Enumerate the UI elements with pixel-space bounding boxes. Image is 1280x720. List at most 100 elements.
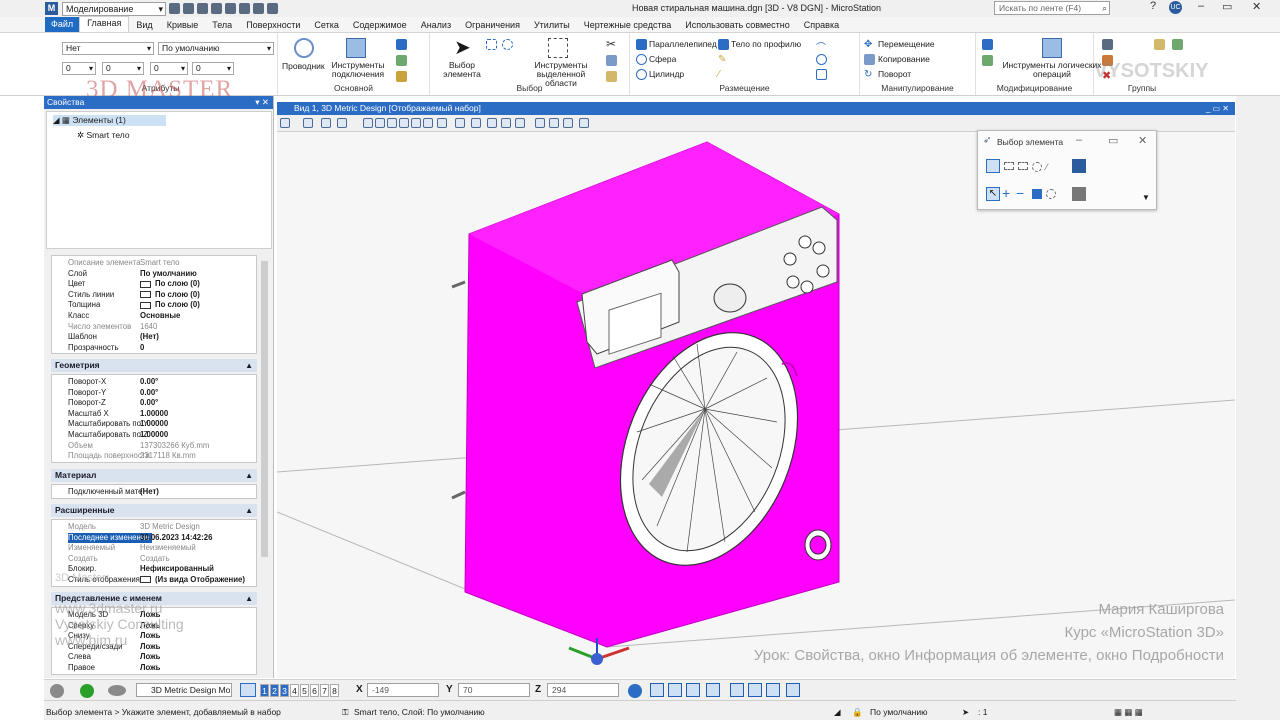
- user-avatar[interactable]: UC: [1169, 1, 1182, 14]
- manipulate-rotate[interactable]: Поворот: [878, 69, 911, 79]
- print-icon[interactable]: [211, 3, 222, 14]
- button[interactable]: [798, 235, 812, 249]
- color-dropdown[interactable]: 0: [62, 62, 96, 75]
- close-icon[interactable]: ▾ ✕: [255, 96, 269, 109]
- selection-area-icon[interactable]: [548, 38, 568, 58]
- lock-icon[interactable]: 🔒: [852, 707, 863, 718]
- view-tool-icon[interactable]: [579, 118, 589, 128]
- select-block-icon[interactable]: [502, 39, 513, 50]
- lock-icon[interactable]: [1154, 39, 1165, 50]
- view-tool-icon[interactable]: [563, 118, 573, 128]
- 3d-viewport[interactable]: [277, 132, 1235, 678]
- rotate-view-icon[interactable]: [628, 684, 642, 698]
- view-tool-icon[interactable]: [337, 118, 347, 128]
- view-tool-icon[interactable]: [321, 118, 331, 128]
- weight-dropdown[interactable]: 0: [102, 62, 144, 75]
- property-value[interactable]: Неизменяемый: [140, 543, 196, 554]
- property-value[interactable]: 3D Metric Design: [140, 522, 200, 533]
- button[interactable]: [800, 280, 814, 294]
- z-coordinate-field[interactable]: 294: [547, 683, 619, 697]
- menu-tab-13[interactable]: Справка: [797, 20, 846, 32]
- property-value[interactable]: 0: [140, 343, 144, 354]
- property-row[interactable]: Создать Создать: [52, 554, 258, 565]
- select-place-icon[interactable]: [486, 39, 497, 50]
- view-tool-icon[interactable]: [387, 118, 397, 128]
- view-tool-icon[interactable]: [549, 118, 559, 128]
- property-row[interactable]: Шаблон (Нет): [52, 332, 258, 343]
- view-cube-icon[interactable]: [786, 683, 800, 697]
- expand-icon[interactable]: ▼: [1142, 193, 1150, 202]
- property-value[interactable]: 0.00°: [140, 398, 158, 409]
- view-cube-icon[interactable]: [668, 683, 682, 697]
- view-window-controls[interactable]: _ ▭ ✕: [1206, 102, 1229, 115]
- view-tool-icon[interactable]: [515, 118, 525, 128]
- menu-tab-5[interactable]: Поверхности: [239, 20, 307, 32]
- menu-tab-1[interactable]: Главная: [79, 16, 130, 32]
- view-tool-icon[interactable]: [437, 118, 447, 128]
- property-row[interactable]: Масштабировать по Y 1.00000: [52, 419, 258, 430]
- method-circle-icon[interactable]: [1032, 162, 1042, 172]
- property-row[interactable]: Изменяемый Неизменяемый: [52, 543, 258, 554]
- levels-icon[interactable]: [396, 55, 407, 66]
- property-row[interactable]: Описание элемента Smart тело: [52, 258, 258, 269]
- section-header[interactable]: Геометрия ▲: [51, 359, 257, 372]
- mode-new-icon[interactable]: ↖: [986, 187, 1000, 201]
- new-file-icon[interactable]: [169, 3, 180, 14]
- property-row[interactable]: Толщина По слою (0): [52, 300, 258, 311]
- unlock-icon[interactable]: [1172, 39, 1183, 50]
- rectangle-icon[interactable]: [816, 69, 827, 80]
- property-row[interactable]: Слева Ложь: [52, 652, 258, 663]
- property-row[interactable]: Цвет По слою (0): [52, 279, 258, 290]
- cylinder-icon[interactable]: [636, 69, 647, 80]
- paste-icon[interactable]: [606, 71, 617, 82]
- view-button-8[interactable]: 8: [330, 684, 339, 697]
- rotate-icon[interactable]: ↻: [864, 69, 875, 80]
- view-tool-icon[interactable]: [487, 118, 497, 128]
- property-value[interactable]: Основные: [140, 311, 180, 322]
- x-coordinate-field[interactable]: -149: [367, 683, 439, 697]
- method-block-icon[interactable]: [1004, 162, 1014, 170]
- model-icon[interactable]: [396, 39, 407, 50]
- view-tool-icon[interactable]: [280, 118, 290, 128]
- cut-icon[interactable]: ✂: [606, 38, 617, 50]
- mode-clear-icon[interactable]: [1046, 189, 1056, 199]
- copy-icon[interactable]: [606, 55, 617, 66]
- minimize-button[interactable]: –: [1076, 134, 1082, 146]
- attach-tools-button[interactable]: Инструменты подключения: [330, 61, 386, 79]
- view-tool-icon[interactable]: [423, 118, 433, 128]
- mode-invert-icon[interactable]: [1032, 189, 1042, 199]
- view-tool-icon[interactable]: [501, 118, 511, 128]
- ribbon-search-input[interactable]: Искать по ленте (F4) ⌕: [994, 1, 1110, 15]
- view-button-1[interactable]: 1: [260, 684, 269, 697]
- help-icon[interactable]: ?: [1150, 0, 1156, 12]
- button[interactable]: [783, 252, 797, 266]
- property-row[interactable]: Объем 137303266 Куб.mm: [52, 441, 258, 452]
- property-value[interactable]: Ложь: [140, 663, 160, 674]
- property-row[interactable]: Масштаб X 1.00000: [52, 409, 258, 420]
- menu-tab-4[interactable]: Тела: [205, 20, 239, 32]
- priority-dropdown[interactable]: 0: [192, 62, 234, 75]
- scrollbar-thumb[interactable]: [261, 261, 268, 557]
- settings-icon[interactable]: [225, 3, 236, 14]
- view-tool-icon[interactable]: [535, 118, 545, 128]
- tree-root[interactable]: ◢ ▦ Элементы (1): [53, 115, 166, 126]
- property-row[interactable]: Слой По умолчанию: [52, 269, 258, 280]
- button[interactable]: [812, 241, 826, 255]
- level-status[interactable]: По умолчанию: [870, 707, 927, 717]
- view-button-7[interactable]: 7: [320, 684, 329, 697]
- property-value[interactable]: 0.00°: [140, 388, 158, 399]
- maximize-button[interactable]: ▭: [1108, 134, 1118, 147]
- property-row[interactable]: Стиль линии По слою (0): [52, 290, 258, 301]
- group-icon[interactable]: [1102, 39, 1113, 50]
- view-tool-icon[interactable]: [455, 118, 465, 128]
- placement-cylinder[interactable]: Цилиндр: [649, 69, 684, 79]
- property-value[interactable]: 1.00000: [140, 430, 168, 441]
- open-file-icon[interactable]: [183, 3, 194, 14]
- property-row[interactable]: Последнее изменение 30.06.2023 14:42:26: [52, 532, 258, 544]
- view-button-6[interactable]: 6: [310, 684, 319, 697]
- property-row[interactable]: Поворот-X 0.00°: [52, 377, 258, 388]
- menu-tab-8[interactable]: Анализ: [414, 20, 458, 32]
- copy-element-icon[interactable]: [864, 54, 875, 65]
- view-button-3[interactable]: 3: [280, 684, 289, 697]
- view-button-2[interactable]: 2: [270, 684, 279, 697]
